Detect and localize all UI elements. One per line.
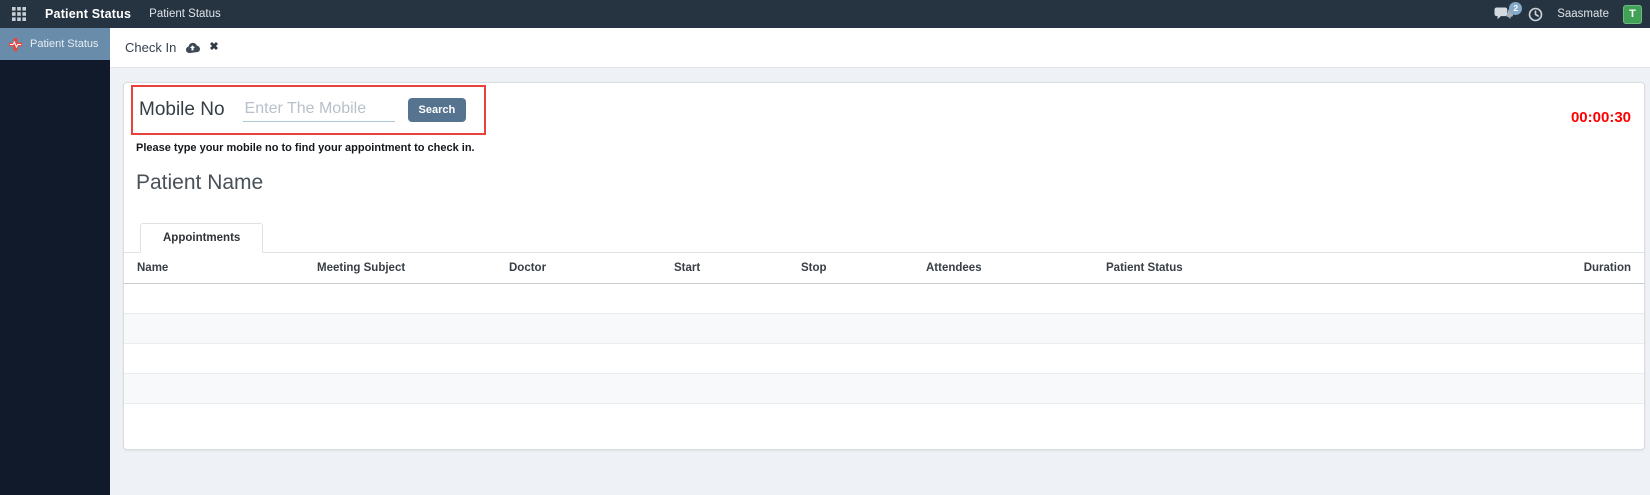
mobile-search-row: Mobile No Search 00:00:30: [124, 83, 1644, 135]
sidebar-item-label: Patient Status: [30, 38, 99, 50]
activity-clock-icon: [1528, 7, 1543, 21]
column-header-name: Name: [124, 253, 304, 284]
sidebar-item-patient-status[interactable]: Patient Status: [0, 28, 110, 60]
breadcrumb-title[interactable]: Check In: [125, 40, 176, 55]
sidebar: Patient Status: [0, 28, 110, 495]
search-button[interactable]: Search: [407, 98, 467, 122]
breadcrumb-bar: Check In ✖: [110, 28, 1650, 68]
countdown-timer: 00:00:30: [1570, 108, 1631, 126]
column-header-start: Start: [661, 253, 788, 284]
mobile-input[interactable]: [242, 98, 395, 122]
table-header-row: Name Meeting Subject Doctor Start Stop A…: [124, 253, 1644, 284]
navbar-left: Patient Status Patient Status: [8, 3, 221, 25]
user-avatar[interactable]: T: [1623, 4, 1642, 24]
cloud-upload-icon: [186, 42, 201, 53]
app-brand[interactable]: Patient Status: [45, 7, 131, 21]
apps-menu-button[interactable]: [8, 3, 30, 25]
medical-pulse-icon: [8, 37, 23, 51]
column-header-doctor: Doctor: [496, 253, 661, 284]
help-text: Please type your mobile no to find your …: [136, 142, 475, 154]
table-row: [124, 344, 1644, 374]
patient-name-heading: Patient Name: [136, 171, 264, 194]
save-changes-button[interactable]: [185, 42, 201, 54]
table-row: [124, 373, 1644, 404]
nav-menu-patient-status[interactable]: Patient Status: [149, 8, 221, 20]
top-navbar: Patient Status Patient Status 2 Saasmate…: [0, 0, 1650, 28]
activity-menu-button[interactable]: [1528, 7, 1543, 22]
main-content: Check In ✖ Mobile No Search 00:00:30 Ple…: [110, 28, 1650, 495]
column-header-patient-status: Patient Status: [1093, 253, 1524, 284]
messages-button[interactable]: 2: [1494, 1, 1523, 22]
table-row: [124, 313, 1644, 344]
user-company-menu[interactable]: Saasmate: [1557, 8, 1609, 20]
tab-appointments[interactable]: Appointments: [140, 223, 264, 253]
messages-badge: 2: [1509, 1, 1523, 15]
column-header-meeting-subject: Meeting Subject: [304, 253, 496, 284]
mobile-no-label: Mobile No: [139, 99, 225, 120]
navbar-right: 2 Saasmate T: [1494, 1, 1644, 24]
apps-grid-icon: [12, 7, 26, 21]
table-row: [124, 284, 1644, 314]
column-header-duration: Duration: [1524, 253, 1644, 284]
table-row: [124, 404, 1644, 445]
appointments-table: Name Meeting Subject Doctor Start Stop A…: [124, 253, 1644, 445]
column-header-stop: Stop: [788, 253, 913, 284]
mobile-search-box: Mobile No Search: [131, 85, 487, 135]
tab-bar: Appointments: [124, 223, 1644, 253]
discard-button[interactable]: ✖: [209, 42, 218, 53]
column-header-attendees: Attendees: [913, 253, 1093, 284]
checkin-form-sheet: Mobile No Search 00:00:30 Please type yo…: [123, 82, 1645, 450]
